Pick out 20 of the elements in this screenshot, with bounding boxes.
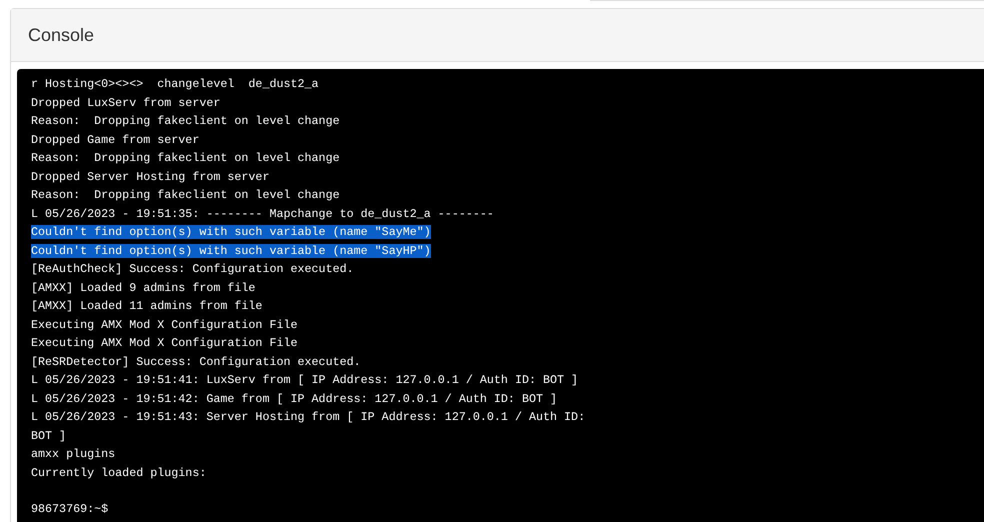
console-line: r Hosting<0><><> changelevel de_dust2_a — [31, 77, 319, 91]
console-line: [ReSRDetector] Success: Configuration executed. — [31, 354, 361, 368]
console-line: [ReAuthCheck] Success: Configuration executed. — [31, 262, 354, 276]
panel-title: Console — [28, 24, 94, 46]
console-line: Executing AMX Mod X Configuration File — [31, 318, 298, 332]
console-line: Reason: Dropping fakeclient on level change — [31, 114, 340, 128]
console-line: Dropped Server Hosting from server — [31, 170, 270, 184]
console-prompt[interactable]: 98673769:~$ — [31, 502, 108, 516]
console-line: Reason: Dropping fakeclient on level change — [31, 188, 340, 202]
console-line: Currently loaded plugins: — [31, 466, 206, 480]
console-line: Reason: Dropping fakeclient on level change — [31, 151, 340, 165]
console-line: Dropped Game from server — [31, 132, 200, 146]
console-line: L 05/26/2023 - 19:51:35: -------- Mapchange to de_dust2_a -------- — [31, 206, 494, 220]
console-line: L 05/26/2023 - 19:51:41: LuxServ from [ IP Address: 127.0.0.1 / Auth ID: BOT ] — [31, 373, 578, 387]
console-line: Executing AMX Mod X Configuration File — [31, 336, 298, 350]
console-line: L 05/26/2023 - 19:51:42: Game from [ IP Address: 127.0.0.1 / Auth ID: BOT ] — [31, 392, 558, 406]
console-line: [AMXX] Loaded 9 admins from file — [31, 280, 256, 294]
console-line: Dropped LuxServ from server — [31, 96, 220, 110]
console-line: [AMXX] Loaded 11 admins from file — [31, 299, 262, 313]
console-line: amxx plugins — [31, 447, 116, 461]
